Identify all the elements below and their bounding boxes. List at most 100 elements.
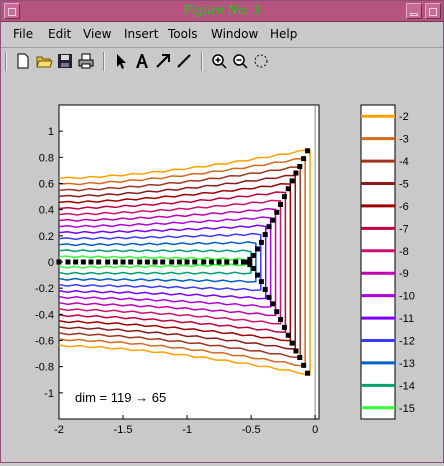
zoom-in-icon[interactable] — [210, 52, 228, 70]
y-tick-label: -0.6 — [35, 336, 54, 348]
menu-edit[interactable]: Edit — [48, 27, 71, 41]
eigenvalue-point — [262, 232, 268, 238]
new-file-icon[interactable] — [14, 52, 32, 70]
eigenvalue-point — [96, 259, 102, 265]
toolbar-separator — [103, 52, 105, 71]
eigenvalue-point — [65, 259, 71, 265]
insert-arrow-icon[interactable] — [154, 52, 172, 70]
eigenvalue-point — [301, 362, 307, 368]
title-bar[interactable]: Figure No. 3 — [1, 1, 443, 22]
eigenvalue-point — [120, 259, 126, 265]
open-folder-icon[interactable] — [35, 52, 53, 70]
print-icon[interactable] — [77, 52, 95, 70]
eigenvalue-point — [169, 259, 175, 265]
eigenvalue-point — [270, 301, 276, 307]
eigenvalue-point — [184, 259, 190, 265]
window-title: Figure No. 3 — [183, 3, 261, 17]
eigenvalue-point — [289, 178, 295, 184]
eigenvalue-point — [201, 259, 207, 265]
eigenvalue-point — [208, 259, 214, 265]
eigenvalue-point — [285, 332, 291, 338]
colorbar-label: -5 — [399, 179, 409, 191]
toolbar-separator — [201, 52, 203, 71]
figure-window: Figure No. 3 File Edit View Insert Tools… — [0, 0, 444, 463]
maximize-button[interactable] — [425, 3, 441, 19]
insert-line-icon[interactable] — [175, 52, 193, 70]
eigenvalue-point — [137, 259, 143, 265]
eigenvalue-point — [192, 259, 198, 265]
menu-file[interactable]: File — [13, 27, 33, 41]
x-tick-label: 0 — [312, 424, 318, 436]
insert-text-icon[interactable] — [133, 52, 151, 70]
minimize-button[interactable] — [406, 3, 422, 19]
menu-help[interactable]: Help — [270, 27, 297, 41]
eigenvalue-point — [240, 259, 246, 265]
eigenvalue-point — [128, 259, 134, 265]
eigenvalue-point — [266, 224, 272, 230]
y-tick-label: 0.6 — [39, 179, 54, 191]
colorbar-label: -9 — [399, 268, 409, 280]
eigenvalue-point — [293, 170, 299, 176]
colorbar: -2 -3 -4 -5 -6 -7 -8 -9 -10 -11 -12 -13 -14 -15 — [360, 104, 415, 420]
eigenvalue-point — [289, 340, 295, 346]
menu-bar: File Edit View Insert Tools Window Help — [1, 22, 443, 46]
eigenvalue-point — [293, 348, 299, 354]
eigenvalue-point — [297, 355, 303, 361]
eigenvalue-point — [301, 156, 307, 162]
eigenvalue-point — [270, 217, 276, 223]
eigenvalue-point — [105, 259, 111, 265]
figure-canvas: -2 -1.5 -1 -0.5 0 1 0.8 0.6 0.4 0.2 0 -0.2 -0.4 -0.6 -… — [1, 74, 443, 462]
x-tick-label: -1.5 — [114, 424, 133, 436]
menu-view[interactable]: View — [83, 27, 111, 41]
colorbar-label: -10 — [399, 291, 415, 303]
save-icon[interactable] — [56, 52, 74, 70]
eigenvalue-point — [152, 259, 158, 265]
eigenvalue-point — [160, 259, 166, 265]
eigenvalue-point — [216, 259, 222, 265]
y-tick-label: -0.8 — [35, 362, 54, 374]
eigenvalue-point — [258, 279, 264, 285]
menu-insert[interactable]: Insert — [124, 27, 158, 41]
y-tick-label: 0.4 — [39, 205, 54, 217]
eigenvalue-point — [281, 324, 287, 330]
pseudospectra-plot: -2 -1.5 -1 -0.5 0 1 0.8 0.6 0.4 0.2 0 -0.2 -0.4 -0.6 -… — [35, 104, 415, 436]
eigenvalue-point — [274, 209, 280, 215]
colorbar-label: -4 — [399, 156, 409, 168]
eigenvalue-point — [73, 259, 79, 265]
eigenvalue-point — [285, 186, 291, 192]
colorbar-label: -13 — [399, 358, 415, 370]
y-tick-label: 0.8 — [39, 152, 54, 164]
eigenvalue-point — [278, 317, 284, 323]
x-tick-label: -0.5 — [242, 424, 261, 436]
dimension-annotation: dim = 119 → 65 — [75, 390, 166, 405]
eigenvalue-point — [274, 309, 280, 315]
eigenvalue-point — [258, 239, 264, 245]
zoom-out-icon[interactable] — [231, 52, 249, 70]
menu-window[interactable]: Window — [211, 27, 258, 41]
colorbar-label: -14 — [399, 380, 415, 392]
eigenvalue-point — [262, 286, 268, 292]
select-arrow-icon[interactable] — [112, 52, 130, 70]
colorbar-box — [360, 104, 396, 420]
colorbar-label: -15 — [399, 403, 415, 415]
x-tick-label: -1 — [182, 424, 192, 436]
y-tick-label: 1 — [48, 126, 54, 138]
eigenvalue-point — [297, 163, 303, 169]
eigenvalue-point — [266, 294, 272, 300]
eigenvalue-point — [88, 259, 94, 265]
rotate-icon[interactable] — [252, 52, 270, 70]
colorbar-label: -3 — [399, 134, 409, 146]
toolbar-separator — [5, 52, 7, 71]
colorbar-label: -8 — [399, 246, 409, 258]
y-tick-label: 0.2 — [39, 231, 54, 243]
eigenvalue-point — [246, 259, 252, 265]
colorbar-label: -6 — [399, 201, 409, 213]
eigenvalue-point — [255, 246, 261, 252]
menu-tools[interactable]: Tools — [168, 27, 198, 41]
eigenvalue-point — [233, 259, 239, 265]
eigenvalue-point — [80, 259, 86, 265]
eigenvalue-point — [255, 272, 261, 278]
eigenvalue-point — [224, 259, 230, 265]
colorbar-label: -11 — [399, 313, 414, 325]
eigenvalue-point — [144, 259, 150, 265]
